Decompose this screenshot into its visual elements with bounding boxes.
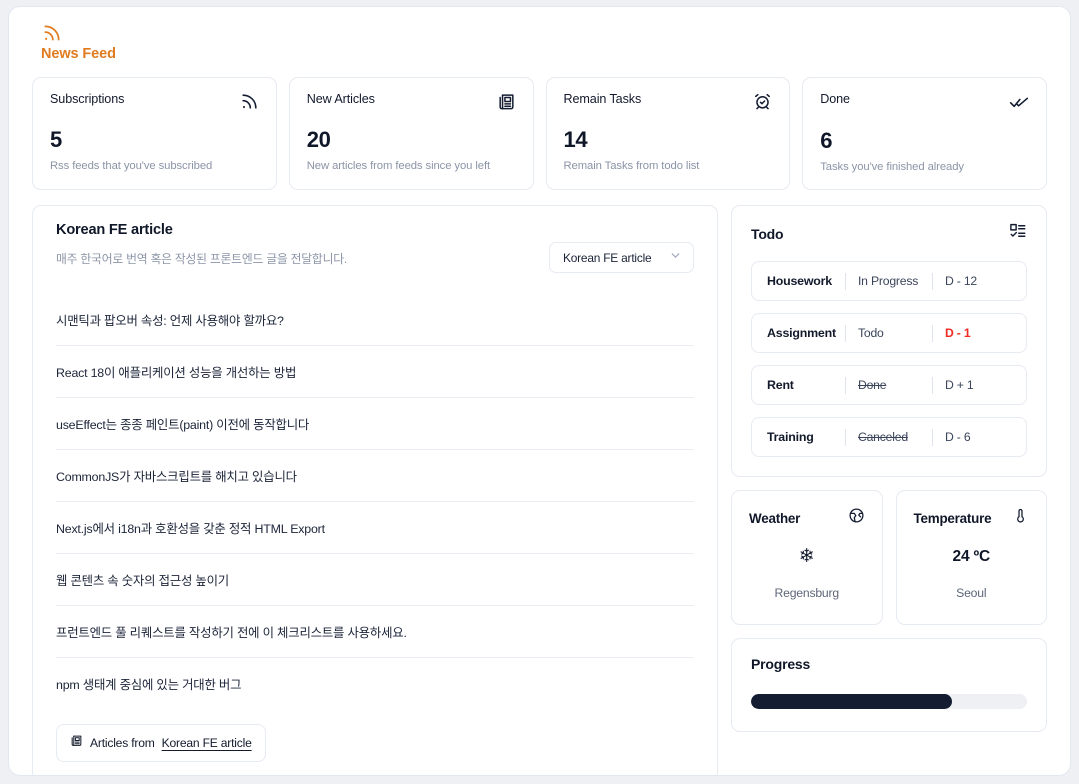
todo-due: D - 6: [945, 430, 971, 444]
list-item[interactable]: useEffect는 종종 페인트(paint) 이전에 동작합니다: [56, 398, 694, 450]
stat-label: New Articles: [306, 92, 375, 106]
todo-item-housework[interactable]: Housework In Progress D - 12: [751, 261, 1027, 301]
list-item[interactable]: CommonJS가 자바스크립트를 해치고 있습니다: [56, 450, 694, 502]
weather-location: Regensburg: [774, 586, 840, 600]
temperature-value: 24 ºC: [952, 548, 991, 565]
temperature-location: Seoul: [956, 586, 987, 600]
feed-panel: Korean FE article 매주 한국어로 번역 혹은 작성된 프론트엔…: [32, 205, 718, 775]
todo-due: D - 1: [945, 326, 971, 340]
weather-title: Weather: [749, 510, 801, 526]
article-title: npm 생태계 중심에 있는 거대한 버그: [56, 678, 242, 692]
feed-panel-header: Korean FE article 매주 한국어로 번역 혹은 작성된 프론트엔…: [56, 222, 694, 273]
todo-due: D + 1: [945, 378, 974, 392]
alarm-clock-check-icon: [753, 92, 772, 116]
feed-column: Korean FE article 매주 한국어로 번역 혹은 작성된 프론트엔…: [32, 205, 718, 775]
todo-due: D - 12: [945, 274, 977, 288]
article-title: 프런트엔드 풀 리퀘스트를 작성하기 전에 이 체크리스트를 사용하세요.: [56, 625, 407, 640]
progress-title: Progress: [751, 656, 811, 672]
todo-status: In Progress: [858, 274, 919, 288]
thermometer-icon: [1012, 507, 1029, 529]
weather-condition-icon: ❄: [798, 546, 815, 567]
list-item[interactable]: 시맨틱과 팝오버 속성: 언제 사용해야 할까요?: [56, 294, 694, 346]
stat-card-remain-tasks[interactable]: Remain Tasks 14 Remain Tasks from todo l…: [545, 77, 791, 190]
article-title: 웹 콘텐츠 속 숫자의 접근성 높이기: [56, 573, 230, 588]
app-window: News Feed Subscriptions 5 Rss feeds that…: [8, 6, 1071, 776]
article-title: CommonJS가 자바스크립트를 해치고 있습니다: [56, 469, 297, 484]
article-list: 시맨틱과 팝오버 속성: 언제 사용해야 할까요? React 18이 애플리케…: [56, 294, 694, 710]
rss-icon: [240, 92, 259, 116]
article-title: Next.js에서 i18n과 호환성을 갖춘 정적 HTML Export: [56, 521, 325, 536]
stat-label: Remain Tasks: [563, 92, 642, 106]
list-item[interactable]: React 18이 애플리케이션 성능을 개선하는 방법: [56, 346, 694, 398]
content-row: Korean FE article 매주 한국어로 번역 혹은 작성된 프론트엔…: [9, 190, 1070, 775]
stat-card-done[interactable]: Done 6 Tasks you've finished already: [802, 77, 1047, 190]
stat-value: 14: [563, 127, 588, 152]
todo-panel-title: Todo: [751, 225, 784, 242]
todo-name: Assignment: [767, 326, 836, 340]
list-item[interactable]: Next.js에서 i18n과 호환성을 갖춘 정적 HTML Export: [56, 502, 694, 554]
progress-bar: [751, 694, 1027, 709]
todo-name: Training: [767, 430, 814, 444]
stat-label: Subscriptions: [50, 92, 125, 106]
globe-icon: [848, 507, 865, 529]
list-item[interactable]: 웹 콘텐츠 속 숫자의 접근성 높이기: [56, 554, 694, 606]
todo-item-training[interactable]: Training Canceled D - 6: [751, 417, 1027, 457]
stat-card-header: Done: [820, 92, 1029, 117]
article-title: 시맨틱과 팝오버 속성: 언제 사용해야 할까요?: [56, 313, 284, 328]
article-title: React 18이 애플리케이션 성능을 개선하는 방법: [56, 365, 297, 380]
articles-source-link[interactable]: Korean FE article: [162, 736, 252, 750]
temperature-title: Temperature: [913, 510, 992, 526]
feed-select[interactable]: Korean FE article: [549, 242, 694, 273]
temperature-card: Temperature 24 ºC Seoul: [895, 490, 1047, 625]
feed-panel-heading-group: Korean FE article 매주 한국어로 번역 혹은 작성된 프론트엔…: [56, 222, 347, 267]
stat-description: Remain Tasks from todo list: [563, 160, 700, 172]
stat-value: 6: [820, 128, 833, 153]
todo-status: Done: [858, 378, 887, 392]
temperature-card-header: Temperature: [914, 507, 1030, 529]
stat-card-header: Subscriptions: [50, 92, 259, 116]
todo-panel-header: Todo: [751, 222, 1027, 245]
stat-card-subscriptions[interactable]: Subscriptions 5 Rss feeds that you've su…: [32, 77, 277, 190]
stat-card-header: New Articles: [307, 92, 516, 116]
todo-name: Housework: [767, 274, 832, 288]
stat-value: 5: [50, 127, 62, 152]
articles-source-button[interactable]: Articles from Korean FE article: [56, 724, 266, 762]
feed-panel-title: Korean FE article: [56, 222, 173, 238]
todo-list: Housework In Progress D - 12 Assignment …: [751, 261, 1027, 457]
stat-description: Rss feeds that you've subscribed: [50, 160, 213, 172]
todo-status: Canceled: [858, 430, 908, 444]
newspaper-icon: [70, 734, 83, 752]
list-item[interactable]: 프런트엔드 풀 리퀘스트를 작성하기 전에 이 체크리스트를 사용하세요.: [56, 606, 694, 658]
stat-card-header: Remain Tasks: [564, 92, 773, 116]
progress-card: Progress: [731, 638, 1047, 732]
weather-row: Weather ❄ Regensburg Temperature 24 ºC S…: [731, 490, 1047, 625]
rss-icon: [41, 23, 63, 43]
page-header: News Feed: [9, 7, 1070, 62]
todo-item-assignment[interactable]: Assignment Todo D - 1: [751, 313, 1027, 353]
articles-source-label: Articles from: [90, 736, 155, 750]
progress-bar-fill: [751, 694, 953, 709]
stat-description: New articles from feeds since you left: [306, 160, 491, 172]
weather-card-header: Weather: [749, 507, 865, 529]
stats-row: Subscriptions 5 Rss feeds that you've su…: [9, 62, 1070, 190]
list-checks-icon: [1009, 222, 1027, 245]
feed-select-value: Korean FE article: [563, 250, 652, 265]
page-title: News Feed: [41, 46, 116, 62]
weather-card: Weather ❄ Regensburg: [731, 490, 883, 625]
list-item[interactable]: npm 생태계 중심에 있는 거대한 버그: [56, 658, 694, 710]
stat-label: Done: [820, 92, 850, 106]
todo-status: Todo: [858, 326, 884, 340]
todo-item-rent[interactable]: Rent Done D + 1: [751, 365, 1027, 405]
newspaper-icon: [497, 92, 516, 116]
chevron-down-icon: [669, 249, 682, 267]
todo-name: Rent: [767, 378, 794, 392]
stat-card-new-articles[interactable]: New Articles 20 New articles from feeds …: [288, 77, 534, 190]
todo-panel: Todo Housework In Progress D - 12 Assign…: [731, 205, 1047, 477]
double-check-icon: [1009, 92, 1029, 117]
stat-description: Tasks you've finished already: [820, 161, 964, 173]
feed-panel-subtitle: 매주 한국어로 번역 혹은 작성된 프론트엔드 글을 전달합니다.: [56, 252, 347, 266]
article-title: useEffect는 종종 페인트(paint) 이전에 동작합니다: [56, 417, 310, 432]
stat-value: 20: [306, 127, 331, 152]
sidebar-column: Todo Housework In Progress D - 12 Assign…: [731, 205, 1047, 732]
